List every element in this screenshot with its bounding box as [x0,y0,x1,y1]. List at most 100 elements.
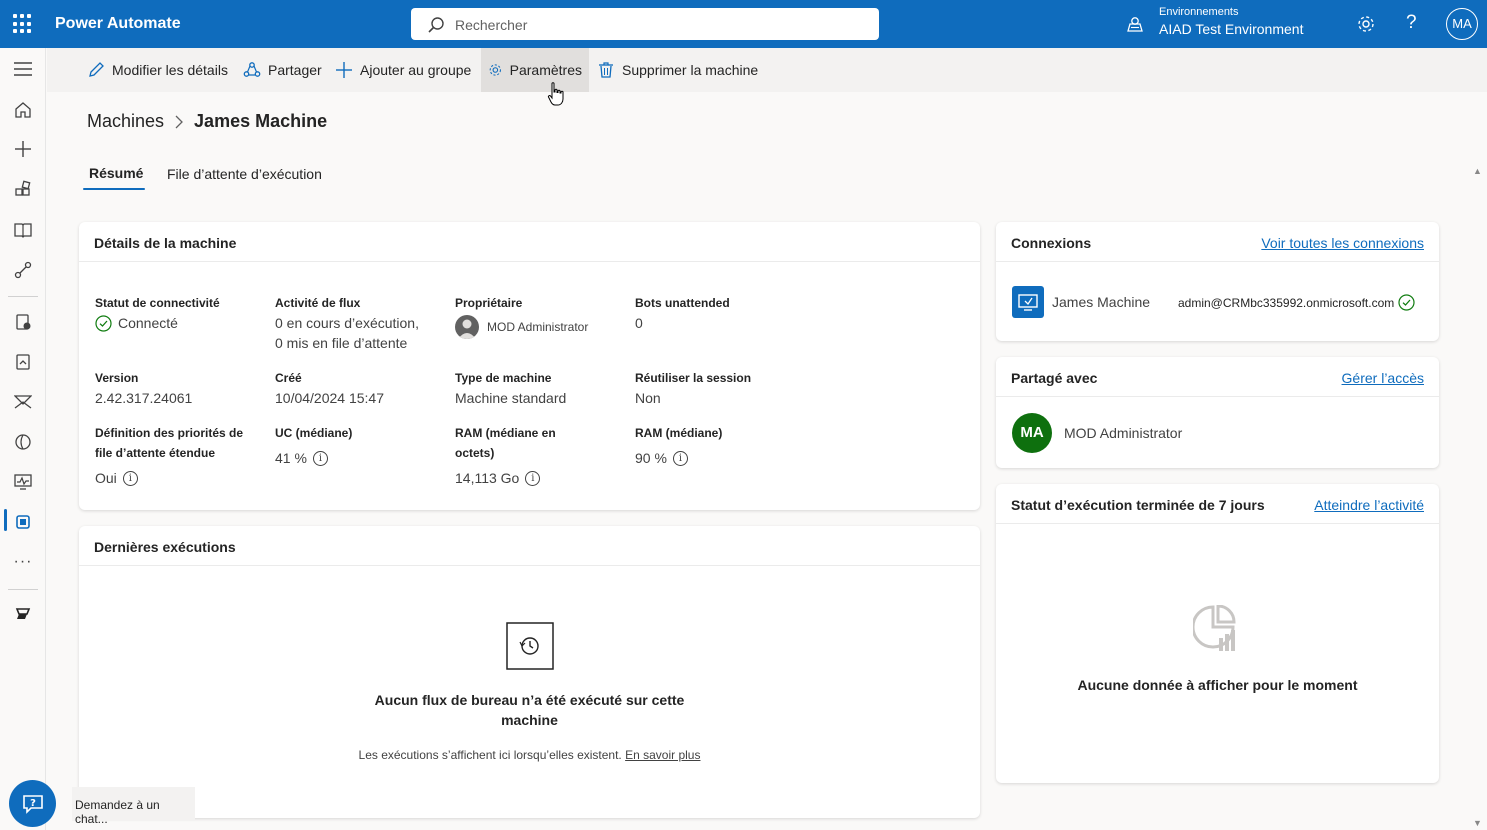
owner-value: MOD Administrator [487,320,589,334]
ram-bytes-row: 14,113 Go i [455,468,625,488]
app-title[interactable]: Power Automate [55,15,181,33]
environment-label[interactable]: Environnements [1159,6,1239,18]
manage-access-link[interactable]: Gérer l’accès [1342,370,1424,386]
gear-icon [489,64,501,76]
command-bar: Modifier les détails Partager Ajouter au… [47,48,1487,92]
connectivity-status: Connecté [95,313,265,333]
hamburger-menu-icon[interactable] [13,59,33,79]
version-value: 2.42.317.24061 [95,390,193,406]
bots-value: 0 [635,315,643,331]
info-icon[interactable]: i [525,470,541,486]
queue-priority-row: Oui i [95,468,265,488]
owner-avatar-icon [455,315,479,339]
tab-active-indicator [83,188,145,190]
home-icon[interactable] [13,100,33,120]
view-all-connections-link[interactable]: Voir toutes les connexions [1261,235,1424,251]
tab-run-queue[interactable]: File d’attente d’exécution [167,166,322,182]
machine-type-value: Machine standard [455,390,567,406]
settings-button[interactable]: Paramètres [481,48,589,92]
connectivity-label: Statut de connectivité [95,296,220,310]
environment-icon[interactable] [1126,15,1144,33]
settings-label: Paramètres [509,62,582,78]
rail-divider [8,589,38,590]
info-icon[interactable]: i [312,450,328,466]
reuse-session-value: Non [635,390,661,406]
search-input[interactable]: Rechercher [411,8,879,40]
created-field: Créé 10/04/2024 15:47 [275,368,445,408]
connectors-icon[interactable] [13,260,33,280]
breadcrumb-machines-link[interactable]: Machines [87,111,164,132]
ai-hub-icon[interactable] [13,432,33,452]
solutions-icon[interactable] [13,352,33,372]
check-circle-icon [95,314,112,332]
runs-empty-subtitle: Les exécutions s’affichent ici lorsqu’el… [229,748,830,762]
history-icon [506,622,554,670]
ram-label: RAM (médiane) [635,426,723,440]
created-value: 10/04/2024 15:47 [275,390,384,406]
pie-chart-placeholder-icon [1193,605,1236,651]
add-to-group-button[interactable]: Ajouter au groupe [328,48,478,92]
templates-icon[interactable] [13,179,33,199]
add-to-group-label: Ajouter au groupe [360,62,472,78]
card-header: Dernières exécutions [79,526,980,566]
run-status-title: Statut d’exécution terminée de 7 jours [1011,497,1265,513]
chat-help-icon: ? [22,794,43,814]
help-icon[interactable]: ? [1406,12,1417,34]
share-button[interactable]: Partager [236,48,329,92]
recent-runs-title: Dernières exécutions [94,539,236,555]
chat-bot-button[interactable]: ? [9,780,56,827]
app-launcher-icon[interactable] [13,14,33,34]
reuse-session-label: Réutiliser la session [635,371,752,385]
delete-machine-button[interactable]: Supprimer la machine [590,48,765,92]
chat-tooltip[interactable]: Demandez à un chat... [72,787,195,826]
machines-icon[interactable] [13,512,33,532]
machine-details-card: Détails de la machine Statut de connecti… [79,222,980,510]
flow-activity-queued: 0 mis en file d’attente [275,335,408,351]
created-label: Créé [275,371,302,385]
card-header: Partagé avec Gérer l’accès [996,357,1439,397]
owner-label: Propriétaire [455,296,523,310]
go-to-activity-link[interactable]: Atteindre l’activité [1314,497,1424,513]
shared-user-name: MOD Administrator [1064,425,1183,441]
ram-row: 90 % i [635,448,805,468]
more-icon[interactable]: ··· [13,552,33,572]
cpu-row: 41 % i [275,448,445,468]
card-header: Détails de la machine [79,222,980,262]
svg-text:?: ? [30,798,36,809]
top-bar: Power Automate Rechercher Environnements… [0,0,1487,48]
settings-gear-icon[interactable] [1356,14,1376,34]
monitor-icon[interactable] [13,472,33,492]
edit-details-button[interactable]: Modifier les détails [80,48,235,92]
scroll-up-arrow-icon[interactable]: ▲ [1473,166,1482,176]
ram-field: RAM (médiane) 90 % i [635,423,805,468]
rail-active-indicator [4,509,7,531]
power-platform-icon[interactable] [13,604,33,624]
learn-book-icon[interactable] [13,220,33,240]
connection-machine-name[interactable]: James Machine [1052,294,1150,310]
process-mining-icon[interactable] [13,312,33,332]
bots-field: Bots unattended 0 [635,293,805,333]
user-avatar[interactable]: MA [1446,8,1478,40]
pencil-icon [89,62,104,77]
machine-details-title: Détails de la machine [94,235,237,251]
create-plus-icon[interactable] [13,139,33,159]
queue-priority-label-line1: Définition des priorités de [95,426,244,440]
process-advisor-icon[interactable] [13,392,33,412]
run-status-7days-card: Statut d’exécution terminée de 7 jours A… [996,484,1439,783]
connection-account: admin@CRMbc335992.onmicrosoft.com [1178,296,1395,310]
rail-divider [8,296,38,297]
tab-summary[interactable]: Résumé [89,165,143,181]
info-icon[interactable]: i [122,470,138,486]
machine-type-label: Type de machine [455,371,552,385]
scroll-down-arrow-icon[interactable]: ▼ [1473,818,1482,828]
card-header: Connexions Voir toutes les connexions [996,222,1439,262]
owner-value-row: MOD Administrator [455,315,625,339]
learn-more-link[interactable]: En savoir plus [625,748,700,762]
owner-field: Propriétaire MOD Administrator [455,293,625,339]
ram-bytes-field: RAM (médiane en octets) 14,113 Go i [455,423,625,488]
info-icon[interactable]: i [672,450,688,466]
reuse-session-field: Réutiliser la session Non [635,368,805,408]
flow-activity-running: 0 en cours d’exécution, [275,315,419,331]
chevron-right-icon [175,115,183,128]
environment-name[interactable]: AIAD Test Environment [1159,21,1303,37]
